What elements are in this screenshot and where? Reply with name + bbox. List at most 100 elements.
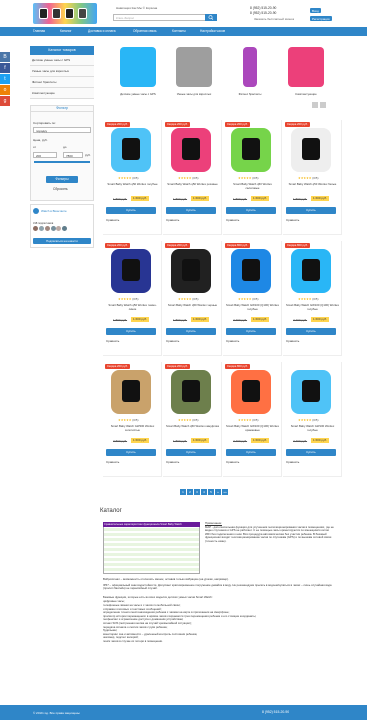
- product-name[interactable]: Smart Baby Watch q50 Wonlex голубые: [106, 182, 159, 186]
- compare-link[interactable]: Сравнить: [226, 460, 239, 464]
- footer-phone[interactable]: 8 (952) 515-20-90: [262, 710, 289, 714]
- search-button[interactable]: [205, 14, 217, 21]
- buy-button[interactable]: Купить: [166, 328, 216, 335]
- product-image[interactable]: [291, 128, 331, 172]
- page-link[interactable]: 2: [187, 489, 193, 495]
- product-name[interactable]: Smart Baby Watch q50 Wonlex темно-синие: [106, 303, 159, 311]
- top-category[interactable]: Детские умные часы с GPS: [110, 44, 166, 100]
- product-image[interactable]: [111, 128, 151, 172]
- product-image[interactable]: [171, 128, 211, 172]
- nav-feedback[interactable]: Обратная связь: [133, 29, 156, 33]
- vk-icon[interactable]: B: [0, 52, 10, 62]
- product-image[interactable]: [171, 249, 211, 293]
- top-category[interactable]: Умные часы для взрослых: [166, 44, 222, 100]
- site-logo[interactable]: [33, 3, 97, 24]
- product-image[interactable]: [111, 370, 151, 414]
- vk-group-title[interactable]: Watch в Вконтакте: [41, 209, 67, 213]
- buy-button[interactable]: Купить: [286, 207, 336, 214]
- last-page-link[interactable]: »»: [222, 489, 228, 495]
- buy-button[interactable]: Купить: [286, 449, 336, 456]
- nav-delivery[interactable]: Доставка и оплата: [88, 29, 116, 33]
- product-image[interactable]: [231, 370, 271, 414]
- buy-button[interactable]: Купить: [106, 449, 156, 456]
- page-link[interactable]: 5: [208, 489, 214, 495]
- nav-settings[interactable]: Настройки часов: [200, 29, 225, 33]
- compare-link[interactable]: Сравнить: [106, 460, 119, 464]
- compare-link[interactable]: Сравнить: [286, 460, 299, 464]
- sort-select[interactable]: порядку: [33, 127, 91, 133]
- product-name[interactable]: Smart Baby Watch GW300 Wonlex золотистые: [106, 424, 159, 432]
- odnoklassniki-icon[interactable]: o: [0, 85, 10, 95]
- catalog-item[interactable]: Комплектующие: [30, 88, 94, 99]
- product-name[interactable]: Smart Baby Watch GW100 (Q100) Wonlex гол…: [226, 303, 279, 311]
- buy-button[interactable]: Купить: [166, 449, 216, 456]
- callback-link[interactable]: Заказать бесплатный звонок: [254, 17, 294, 21]
- price-from-input[interactable]: 200: [33, 152, 57, 158]
- product-card[interactable]: Скидка 200 руб. ★★★★★ (0/5) Smart Baby Wat…: [163, 241, 222, 356]
- nav-home[interactable]: Главная: [33, 29, 45, 33]
- search-input[interactable]: Ключ-Запрос: [113, 14, 213, 21]
- product-card[interactable]: Скидка 200 руб. ★★★★★ (0/5) Smart Baby Wat…: [283, 120, 342, 235]
- buy-button[interactable]: Купить: [226, 449, 276, 456]
- product-card[interactable]: Скидка 800 руб. ★★★★★ (0/5) Smart Baby Wat…: [223, 362, 282, 477]
- compare-link[interactable]: Сравнить: [166, 339, 179, 343]
- compare-link[interactable]: Сравнить: [286, 339, 299, 343]
- buy-button[interactable]: Купить: [286, 328, 336, 335]
- compare-link[interactable]: Сравнить: [106, 339, 119, 343]
- google-plus-icon[interactable]: g: [0, 96, 10, 106]
- product-name[interactable]: Smart Baby Watch q50 Wonlex белые: [286, 182, 339, 186]
- facebook-icon[interactable]: f: [0, 63, 10, 73]
- compare-link[interactable]: Сравнить: [226, 339, 239, 343]
- nav-contacts[interactable]: Контакты: [172, 29, 186, 33]
- page-link[interactable]: 3: [194, 489, 200, 495]
- product-card[interactable]: Скидка 200 руб. ★★★★★ (0/5) Smart Baby Wat…: [163, 120, 222, 235]
- header-links[interactable]: Навигация Как Мы © Корзина: [116, 6, 157, 10]
- catalog-item[interactable]: Умные часы для взрослых: [30, 66, 94, 77]
- grid-view-icon[interactable]: [312, 102, 318, 108]
- product-image[interactable]: [111, 249, 151, 293]
- top-category[interactable]: Фитнес браслеты: [222, 44, 278, 100]
- compare-link[interactable]: Сравнить: [166, 218, 179, 222]
- product-image[interactable]: [291, 249, 331, 293]
- twitter-icon[interactable]: t: [0, 74, 10, 84]
- buy-button[interactable]: Купить: [166, 207, 216, 214]
- compare-link[interactable]: Сравнить: [166, 460, 179, 464]
- product-image[interactable]: [171, 370, 211, 414]
- catalog-item[interactable]: Фитнес браслеты: [30, 77, 94, 88]
- apply-filter-button[interactable]: Фильтры: [46, 176, 78, 183]
- buy-button[interactable]: Купить: [106, 207, 156, 214]
- product-card[interactable]: Скидка 200 руб. ★★★★★ (0/5) Smart Baby Wat…: [223, 120, 282, 235]
- page-link[interactable]: 1: [180, 489, 186, 495]
- list-view-icon[interactable]: [320, 102, 326, 108]
- product-name[interactable]: Smart Baby Watch GW100 Wonlex голубые: [286, 424, 339, 432]
- product-name[interactable]: Smart Baby Watch q50 Wonlex черные: [166, 303, 219, 307]
- catalog-item[interactable]: Детские умные часы с GPS: [30, 55, 94, 66]
- top-category[interactable]: Комплектующие: [278, 44, 334, 100]
- product-image[interactable]: [231, 128, 271, 172]
- next-page-link[interactable]: »: [215, 489, 221, 495]
- product-image[interactable]: [291, 370, 331, 414]
- reset-filter-link[interactable]: Сбросить: [53, 187, 68, 191]
- product-card[interactable]: Скидка 200 руб. ★★★★★ (0/5) Smart Baby Wat…: [103, 120, 162, 235]
- product-card[interactable]: Скидка 800 руб. ★★★★★ (0/5) Smart Baby Wat…: [223, 241, 282, 356]
- product-card[interactable]: Скидка 200 руб. ★★★★★ (0/5) Smart Baby Wat…: [103, 241, 162, 356]
- price-to-input[interactable]: 7800: [63, 152, 83, 158]
- buy-button[interactable]: Купить: [226, 207, 276, 214]
- product-name[interactable]: Smart Baby Watch GW100 (Q100) Wonlex гол…: [286, 303, 339, 311]
- compare-link[interactable]: Сравнить: [286, 218, 299, 222]
- page-link[interactable]: 4: [201, 489, 207, 495]
- nav-catalog[interactable]: Каталог: [60, 29, 72, 33]
- product-name[interactable]: Smart Baby Watch q50 Wonlex камуфляж: [166, 424, 219, 428]
- product-name[interactable]: Smart Baby Watch q50 Wonlex розовые: [166, 182, 219, 186]
- buy-button[interactable]: Купить: [226, 328, 276, 335]
- phone-2[interactable]: 8 (952) 515-20-90: [250, 11, 276, 16]
- compare-link[interactable]: Сравнить: [106, 218, 119, 222]
- product-name[interactable]: Smart Baby Watch GW100 (Q100) Wonlex ора…: [226, 424, 279, 432]
- register-button[interactable]: Регистрация: [310, 16, 332, 21]
- buy-button[interactable]: Купить: [106, 328, 156, 335]
- product-card[interactable]: Скидка 200 руб. ★★★★★ (0/5) Smart Baby Wat…: [103, 362, 162, 477]
- product-card[interactable]: Скидка 800 руб. ★★★★★ (0/5) Smart Baby Wat…: [283, 241, 342, 356]
- product-image[interactable]: [231, 249, 271, 293]
- price-slider[interactable]: [34, 161, 90, 163]
- product-name[interactable]: Smart Baby Watch q50 Wonlex салатовые: [226, 182, 279, 190]
